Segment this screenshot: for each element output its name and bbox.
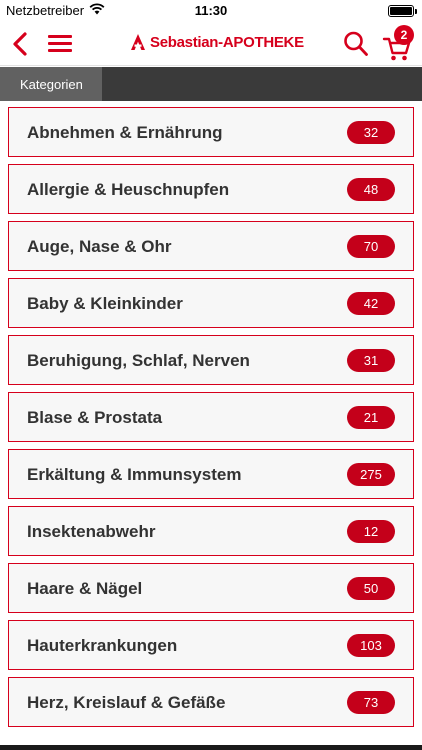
category-name: Abnehmen & Ernährung (27, 123, 223, 142)
category-item[interactable]: Herz, Kreislauf & Gefäße 73 (8, 677, 414, 727)
apotheke-a-logo-icon (131, 34, 145, 50)
category-name: Auge, Nase & Ohr (27, 237, 172, 256)
section-title: Kategorien (20, 77, 83, 92)
battery-icon (388, 5, 417, 17)
category-item[interactable]: Hauterkrankungen 103 (8, 620, 414, 670)
category-count-badge: 73 (347, 691, 395, 714)
category-name: Hauterkrankungen (27, 636, 178, 655)
category-item[interactable]: Erkältung & Immunsystem 275 (8, 449, 414, 499)
category-item[interactable]: Beruhigung, Schlaf, Nerven 31 (8, 335, 414, 385)
category-count-badge: 42 (347, 292, 395, 315)
category-count-badge: 103 (347, 634, 395, 657)
category-count-badge: 275 (347, 463, 395, 486)
brand-name: Sebastian-APOTHEKE (150, 33, 304, 51)
category-item[interactable]: Haare & Nägel 50 (8, 563, 414, 613)
category-count-badge: 21 (347, 406, 395, 429)
category-name: Haare & Nägel (27, 579, 143, 598)
top-navigation-bar: Sebastian-APOTHEKE 2 (0, 22, 422, 66)
category-item[interactable]: Insektenabwehr 12 (8, 506, 414, 556)
cart-button[interactable]: 2 (382, 25, 416, 62)
search-button[interactable] (343, 30, 369, 58)
category-name: Allergie & Heuschnupfen (27, 180, 230, 199)
category-name: Insektenabwehr (27, 522, 156, 541)
back-chevron-icon (13, 32, 27, 56)
category-count-badge: 32 (347, 121, 395, 144)
brand-logo: Sebastian-APOTHEKE (130, 33, 304, 51)
bottom-edge-bar (0, 745, 422, 750)
category-item[interactable]: Blase & Prostata 21 (8, 392, 414, 442)
menu-button[interactable] (46, 30, 74, 58)
back-button[interactable] (8, 28, 32, 60)
status-bar: Netzbetreiber 11:30 (0, 0, 422, 22)
status-time: 11:30 (194, 3, 228, 18)
category-count-badge: 50 (347, 577, 395, 600)
category-count-badge: 48 (347, 178, 395, 201)
category-name: Herz, Kreislauf & Gefäße (27, 693, 226, 712)
category-count-badge: 12 (347, 520, 395, 543)
category-name: Blase & Prostata (27, 408, 163, 427)
category-name: Beruhigung, Schlaf, Nerven (27, 351, 250, 370)
category-count-badge: 31 (347, 349, 395, 372)
search-icon (344, 31, 368, 56)
category-name: Baby & Kleinkinder (27, 294, 183, 313)
section-header: Kategorien (0, 67, 422, 101)
category-item[interactable]: Auge, Nase & Ohr 70 (8, 221, 414, 271)
category-item[interactable]: Baby & Kleinkinder 42 (8, 278, 414, 328)
category-count-badge: 70 (347, 235, 395, 258)
category-name: Erkältung & Immunsystem (27, 465, 242, 484)
tab-kategorien[interactable]: Kategorien (0, 67, 102, 101)
category-item[interactable]: Abnehmen & Ernährung 32 (8, 107, 414, 157)
cart-count-badge: 2 (394, 25, 414, 45)
category-item[interactable]: Allergie & Heuschnupfen 48 (8, 164, 414, 214)
